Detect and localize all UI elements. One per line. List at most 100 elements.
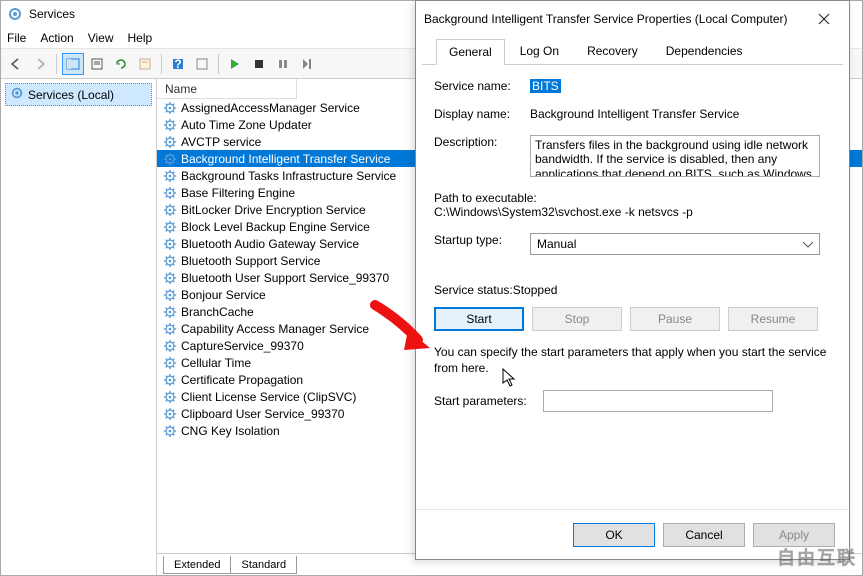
label-start-parameters: Start parameters: (434, 394, 527, 408)
stop-service-button[interactable] (248, 53, 270, 75)
service-name: Clipboard User Service_99370 (181, 407, 344, 421)
cancel-button[interactable]: Cancel (663, 523, 745, 547)
service-name: Certificate Propagation (181, 373, 303, 387)
dialog-body: Service name: BITS Display name: Backgro… (416, 65, 849, 418)
value-display-name: Background Intelligent Transfer Service (530, 107, 739, 121)
service-name: AssignedAccessManager Service (181, 101, 360, 115)
dialog-title-bar[interactable]: Background Intelligent Transfer Service … (416, 1, 849, 37)
nav-panel: Services (Local) (1, 79, 157, 575)
startup-type-value: Manual (537, 237, 576, 251)
tab-recovery[interactable]: Recovery (574, 38, 651, 64)
service-name: Bluetooth Support Service (181, 254, 320, 268)
label-startup-type: Startup type: (434, 233, 530, 247)
forward-button[interactable] (29, 53, 51, 75)
gear-icon (163, 305, 177, 319)
nav-services-local[interactable]: Services (Local) (5, 83, 152, 106)
service-name: Base Filtering Engine (181, 186, 295, 200)
gear-icon (163, 339, 177, 353)
value-service-name: BITS (530, 79, 561, 93)
gear-icon (163, 152, 177, 166)
services-icon (10, 86, 24, 103)
service-name: Client License Service (ClipSVC) (181, 390, 356, 404)
service-name: Capability Access Manager Service (181, 322, 369, 336)
gear-icon (163, 203, 177, 217)
label-service-status: Service status: (434, 283, 513, 297)
menu-file[interactable]: File (7, 31, 26, 45)
tab-dependencies[interactable]: Dependencies (653, 38, 756, 64)
tab-general[interactable]: General (436, 39, 505, 65)
service-name: Bluetooth Audio Gateway Service (181, 237, 359, 251)
menu-action[interactable]: Action (40, 31, 73, 45)
restart-service-button[interactable] (296, 53, 318, 75)
gear-icon (163, 135, 177, 149)
ok-button[interactable]: OK (573, 523, 655, 547)
value-service-status: Stopped (513, 283, 558, 297)
gear-icon (163, 271, 177, 285)
stop-button: Stop (532, 307, 622, 331)
service-name: BitLocker Drive Encryption Service (181, 203, 366, 217)
service-name: Block Level Backup Engine Service (181, 220, 370, 234)
dialog-footer: OK Cancel Apply (416, 509, 849, 559)
services-icon (7, 6, 23, 22)
service-name: Background Tasks Infrastructure Service (181, 169, 396, 183)
apply-button: Apply (753, 523, 835, 547)
dialog-tabs: General Log On Recovery Dependencies (422, 37, 843, 65)
service-name: AVCTP service (181, 135, 261, 149)
start-service-button[interactable] (224, 53, 246, 75)
service-name: Bonjour Service (181, 288, 266, 302)
start-button[interactable]: Start (434, 307, 524, 331)
service-name: Cellular Time (181, 356, 251, 370)
nav-label: Services (Local) (28, 88, 114, 102)
help-button[interactable]: ? (167, 53, 189, 75)
start-parameters-input[interactable] (543, 390, 773, 412)
service-name: CaptureService_99370 (181, 339, 304, 353)
gear-icon (163, 424, 177, 438)
properties-button[interactable] (134, 53, 156, 75)
gear-icon (163, 322, 177, 336)
help-text: You can specify the start parameters tha… (434, 345, 831, 376)
service-name: Auto Time Zone Updater (181, 118, 312, 132)
gear-icon (163, 390, 177, 404)
gear-icon (163, 237, 177, 251)
pause-button: Pause (630, 307, 720, 331)
service-name: Bluetooth User Support Service_99370 (181, 271, 389, 285)
refresh-button[interactable] (110, 53, 132, 75)
value-path: C:\Windows\System32\svchost.exe -k netsv… (434, 205, 831, 219)
service-control-buttons: Start Stop Pause Resume (434, 307, 831, 331)
svg-text:?: ? (174, 57, 181, 71)
tab-logon[interactable]: Log On (507, 38, 572, 64)
service-name: BranchCache (181, 305, 254, 319)
label-path: Path to executable: (434, 191, 831, 205)
gear-icon (163, 186, 177, 200)
pause-service-button[interactable] (272, 53, 294, 75)
menu-view[interactable]: View (88, 31, 114, 45)
gear-icon (163, 407, 177, 421)
column-header-name[interactable]: Name (157, 79, 297, 99)
description-box[interactable]: Transfers files in the background using … (530, 135, 820, 177)
gear-icon (163, 101, 177, 115)
service-name: CNG Key Isolation (181, 424, 280, 438)
service-name: Background Intelligent Transfer Service (181, 152, 390, 166)
gear-icon (163, 373, 177, 387)
tab-extended[interactable]: Extended (163, 555, 231, 574)
properties-dialog: Background Intelligent Transfer Service … (415, 0, 850, 560)
gear-icon (163, 356, 177, 370)
gear-icon (163, 288, 177, 302)
toolbar-button-1[interactable] (191, 53, 213, 75)
label-description: Description: (434, 135, 530, 149)
label-display-name: Display name: (434, 107, 530, 121)
tab-standard[interactable]: Standard (230, 555, 297, 574)
gear-icon (163, 254, 177, 268)
label-service-name: Service name: (434, 79, 530, 93)
export-button[interactable] (86, 53, 108, 75)
startup-type-select[interactable]: Manual (530, 233, 820, 255)
gear-icon (163, 118, 177, 132)
dialog-title: Background Intelligent Transfer Service … (424, 12, 807, 26)
chevron-down-icon (803, 237, 813, 251)
menu-help[interactable]: Help (128, 31, 153, 45)
back-button[interactable] (5, 53, 27, 75)
resume-button: Resume (728, 307, 818, 331)
show-hide-tree-button[interactable] (62, 53, 84, 75)
gear-icon (163, 220, 177, 234)
close-button[interactable] (807, 5, 841, 33)
